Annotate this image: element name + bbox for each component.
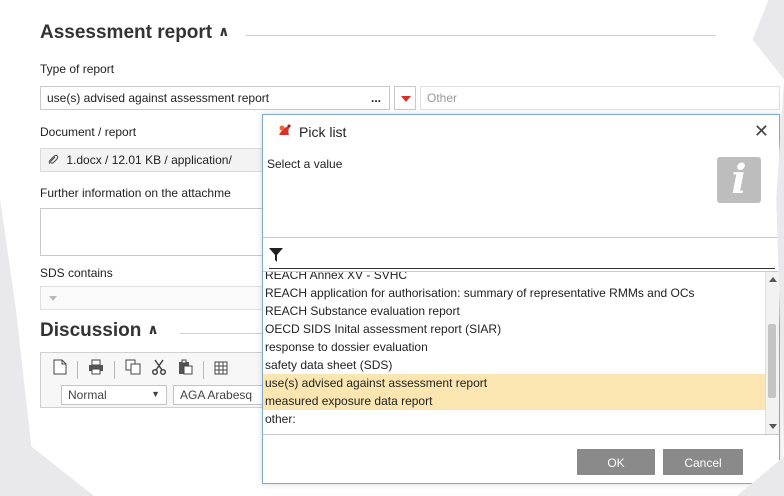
- paragraph-style-select[interactable]: Normal ▼: [61, 385, 167, 405]
- list-item[interactable]: safety data sheet (SDS): [263, 356, 765, 374]
- new-document-icon[interactable]: [53, 359, 67, 380]
- scroll-down-icon[interactable]: [769, 424, 777, 429]
- caret-down-icon: ▼: [151, 389, 160, 399]
- list-item[interactable]: REACH application for authorisation: sum…: [263, 284, 765, 302]
- discussion-heading[interactable]: Discussion ∧: [40, 320, 159, 342]
- paragraph-style-value: Normal: [68, 388, 107, 402]
- list-scrollbar[interactable]: [765, 272, 779, 434]
- type-of-report-value: use(s) advised against assessment report: [47, 91, 270, 105]
- filter-input[interactable]: [269, 268, 775, 269]
- section-divider: [246, 35, 716, 36]
- section-divider: [180, 333, 270, 334]
- pick-list: REACH Annex XV - SVHC REACH application …: [263, 271, 779, 435]
- type-of-report-label: Type of report: [40, 62, 115, 76]
- list-item[interactable]: response to dossier evaluation: [263, 338, 765, 356]
- editor-toolbar: Normal ▼ AGA Arabesq: [40, 352, 270, 408]
- toolbar-separator: [203, 360, 204, 379]
- further-information-textarea[interactable]: [40, 208, 270, 256]
- list-item[interactable]: use(s) advised against assessment report: [263, 374, 765, 392]
- report-page: Assessment report ∧ Type of report use(s)…: [0, 0, 784, 496]
- list-item[interactable]: other:: [263, 410, 765, 428]
- document-attachment-field[interactable]: 1.docx / 12.01 KB / application/: [40, 148, 270, 172]
- font-family-value: AGA Arabesq: [180, 388, 253, 402]
- toolbar-separator: [77, 360, 78, 379]
- cut-icon[interactable]: [151, 359, 167, 380]
- assessment-report-heading[interactable]: Assessment report ∧: [40, 22, 230, 44]
- list-item[interactable]: REACH Substance evaluation report: [263, 302, 765, 320]
- scrollbar-thumb[interactable]: [768, 324, 776, 398]
- sds-contains-select[interactable]: [40, 286, 270, 310]
- toolbar-buttons: [53, 359, 228, 380]
- table-icon[interactable]: [214, 360, 228, 380]
- chevron-up-icon[interactable]: ∧: [147, 321, 158, 337]
- chevron-down-icon: [49, 296, 57, 301]
- list-item[interactable]: measured exposure data report: [263, 392, 765, 410]
- ok-button[interactable]: OK: [577, 449, 655, 475]
- document-report-label: Document / report: [40, 125, 137, 139]
- sds-contains-label: SDS contains: [40, 266, 113, 280]
- type-of-report-field[interactable]: use(s) advised against assessment report…: [40, 86, 390, 110]
- list-item[interactable]: OECD SIDS Inital assessment report (SIAR…: [263, 320, 765, 338]
- dialog-title: Pick list: [277, 123, 346, 140]
- filter-icon[interactable]: [269, 248, 283, 267]
- more-options-icon[interactable]: ...: [371, 91, 381, 105]
- paste-icon[interactable]: [177, 359, 193, 380]
- close-icon[interactable]: ✕: [754, 121, 769, 142]
- info-icon: i: [717, 157, 761, 203]
- list-item[interactable]: REACH Annex XV - SVHC: [263, 272, 765, 284]
- toolbar-separator: [114, 360, 115, 379]
- type-dropdown-button[interactable]: [394, 86, 416, 110]
- other-field[interactable]: Other: [420, 86, 780, 110]
- paperclip-icon: [47, 153, 62, 167]
- pick-list-dialog: Pick list ✕ Select a value i REACH Annex…: [262, 114, 780, 484]
- copy-icon[interactable]: [125, 359, 141, 380]
- app-logo-icon: [277, 123, 293, 140]
- scroll-up-icon[interactable]: [769, 277, 777, 282]
- font-family-select[interactable]: AGA Arabesq: [173, 385, 269, 405]
- cancel-button[interactable]: Cancel: [663, 449, 743, 475]
- further-information-label: Further information on the attachme: [40, 186, 231, 200]
- filter-bar: [263, 237, 779, 269]
- print-icon[interactable]: [88, 359, 104, 380]
- dialog-subtitle: Select a value: [267, 157, 343, 171]
- pick-list-items: REACH Annex XV - SVHC REACH application …: [263, 272, 765, 428]
- chevron-up-icon[interactable]: ∧: [218, 23, 229, 39]
- document-attachment-value: 1.docx / 12.01 KB / application/: [66, 153, 232, 167]
